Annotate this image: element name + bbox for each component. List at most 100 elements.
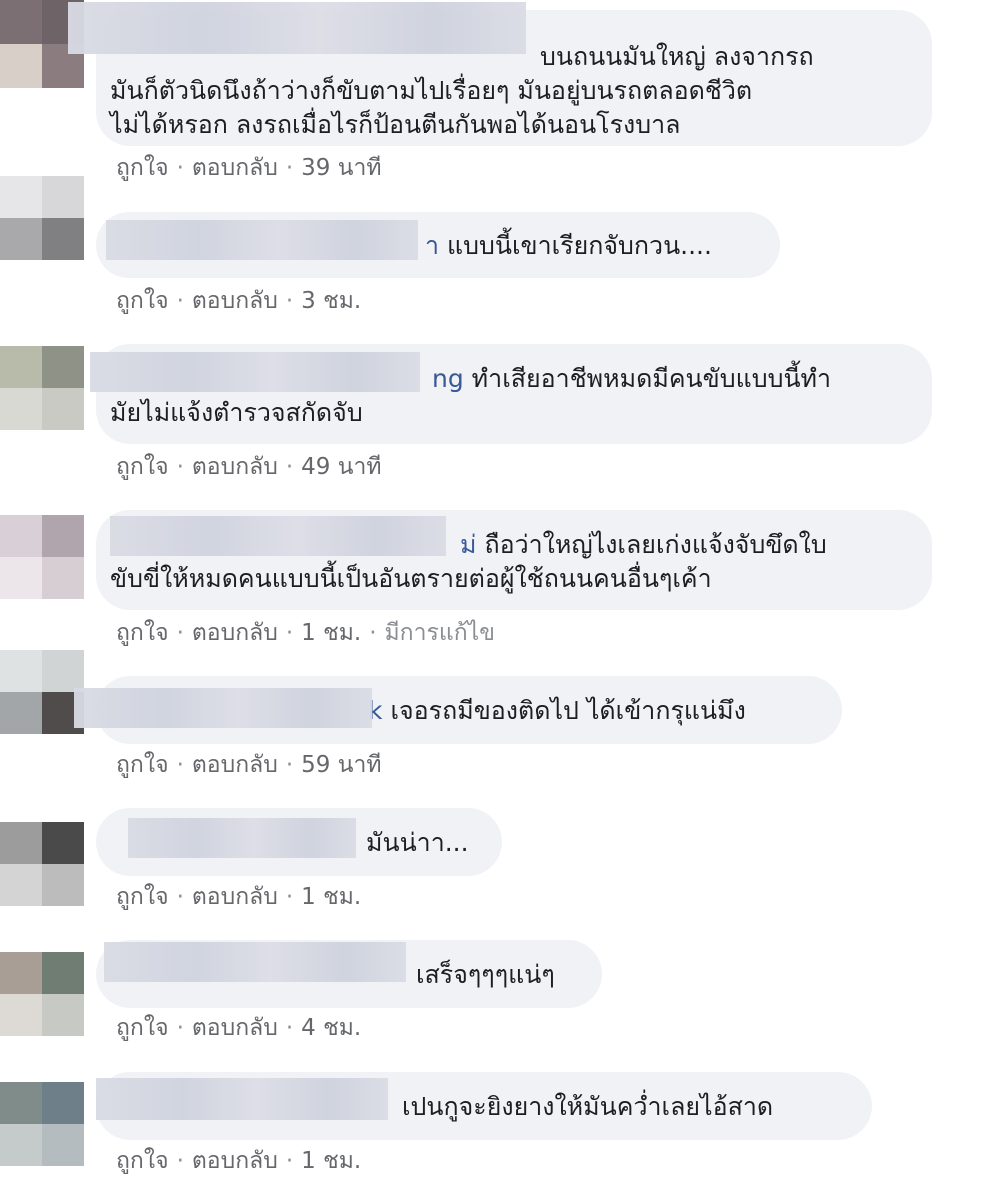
comment-text-line: เปนกูจะยิงยางให้มันคว่ำเลยไอ้สาด: [402, 1092, 774, 1121]
avatar-pixel: [0, 44, 42, 88]
author-name-redacted[interactable]: [90, 352, 420, 392]
comment-actions: ถูกใจ · ตอบกลับ · 49 นาที: [116, 452, 382, 482]
separator: ·: [285, 1148, 294, 1174]
avatar-pixel: [0, 346, 42, 388]
reply-button[interactable]: ตอบกลับ: [192, 1015, 278, 1041]
avatar-pixel: [0, 218, 42, 260]
separator: ·: [176, 454, 184, 480]
separator: ·: [285, 1015, 294, 1041]
avatar-pixel: [42, 650, 84, 692]
separator: ·: [285, 155, 294, 181]
author-name-tail[interactable]: า: [425, 231, 439, 260]
like-button[interactable]: ถูกใจ: [116, 1015, 169, 1041]
author-name-redacted[interactable]: [96, 1078, 388, 1120]
avatar-pixel: [0, 692, 42, 734]
avatar-pixel: [0, 650, 42, 692]
like-button[interactable]: ถูกใจ: [116, 620, 169, 646]
author-name-redacted[interactable]: [110, 516, 446, 556]
avatar-pixel: [0, 864, 42, 906]
comment-actions: ถูกใจ · ตอบกลับ · 59 นาที: [116, 750, 382, 780]
avatar-pixel: [0, 515, 42, 557]
like-button[interactable]: ถูกใจ: [116, 752, 169, 778]
reply-button[interactable]: ตอบกลับ: [192, 1148, 278, 1174]
avatar[interactable]: [0, 176, 84, 260]
comment-text-line: ขับขี่ให้หมดคนแบบนี้เป็นอันตรายต่อผู้ใช้…: [110, 564, 712, 593]
avatar-pixel: [42, 388, 84, 430]
avatar-pixel: [0, 822, 42, 864]
comment-actions: ถูกใจ · ตอบกลับ · 3 ชม.: [116, 286, 361, 316]
separator: ·: [285, 288, 294, 314]
author-name-redacted[interactable]: [128, 818, 356, 858]
comment-text-line: ไม่ได้หรอก ลงรถเมื่อไรก็ป้อนตีนกันพอได้น…: [110, 110, 681, 139]
author-name-tail[interactable]: ม่: [460, 530, 476, 559]
comment-actions: ถูกใจ · ตอบกลับ · 4 ชม.: [116, 1013, 361, 1043]
comment-timestamp[interactable]: 49 นาที: [301, 454, 381, 480]
avatar-pixel: [42, 994, 84, 1036]
avatar-pixel: [42, 822, 84, 864]
comment-timestamp[interactable]: 1 ชม.: [301, 1148, 361, 1174]
avatar-pixel: [42, 218, 84, 260]
separator: ·: [285, 884, 294, 910]
avatar-pixel: [0, 388, 42, 430]
like-button[interactable]: ถูกใจ: [116, 288, 169, 314]
reply-button[interactable]: ตอบกลับ: [192, 752, 278, 778]
reply-button[interactable]: ตอบกลับ: [192, 155, 278, 181]
avatar-pixel: [42, 864, 84, 906]
avatar-pixel: [42, 557, 84, 599]
comment-timestamp[interactable]: 39 นาที: [301, 155, 381, 181]
comment-text-line: เจอรถมีของติดไป ได้เข้ากรุแน่มึง: [390, 696, 746, 725]
reply-button[interactable]: ตอบกลับ: [192, 884, 278, 910]
comment-timestamp[interactable]: 1 ชม.: [301, 884, 361, 910]
avatar-pixel: [0, 1124, 42, 1166]
comment-timestamp[interactable]: 4 ชม.: [301, 1015, 361, 1041]
comment-actions: ถูกใจ · ตอบกลับ · 39 นาที: [116, 153, 382, 183]
separator: ·: [176, 1015, 184, 1041]
avatar[interactable]: [0, 1082, 84, 1166]
avatar-pixel: [42, 1124, 84, 1166]
comment-text-line: แบบนี้เขาเรียกจับกวน....: [447, 231, 712, 260]
avatar[interactable]: [0, 515, 84, 599]
avatar-pixel: [0, 952, 42, 994]
comment-actions: ถูกใจ · ตอบกลับ · 1 ชม. · มีการแก้ไข: [116, 618, 495, 648]
comment-text-line: ถือว่าใหญ่ไงเลยเก่งแจ้งจับขึดใบ: [484, 530, 827, 559]
comment-timestamp[interactable]: 1 ชม.: [301, 620, 361, 646]
reply-button[interactable]: ตอบกลับ: [192, 288, 278, 314]
edited-label[interactable]: มีการแก้ไข: [385, 620, 495, 646]
separator: ·: [176, 884, 184, 910]
avatar-pixel: [42, 515, 84, 557]
like-button[interactable]: ถูกใจ: [116, 454, 169, 480]
avatar[interactable]: [0, 822, 84, 906]
comment-text-line: มันน่าา...: [366, 828, 469, 857]
like-button[interactable]: ถูกใจ: [116, 155, 169, 181]
avatar-pixel: [0, 176, 42, 218]
separator: ·: [176, 620, 184, 646]
comment-timestamp[interactable]: 59 นาที: [301, 752, 381, 778]
avatar-pixel: [0, 0, 42, 44]
comment-actions: ถูกใจ · ตอบกลับ · 1 ชม.: [116, 1146, 361, 1176]
separator: ·: [285, 454, 294, 480]
comment-text-line: มัยไม่แจ้งตำรวจสกัดจับ: [110, 398, 363, 427]
avatar[interactable]: [0, 952, 84, 1036]
author-name-redacted[interactable]: [104, 942, 406, 982]
comment-text-line: ทำเสียอาชีพหมดมีคนขับแบบนี้ทำ: [471, 364, 832, 393]
author-name-redacted[interactable]: [68, 2, 526, 54]
reply-button[interactable]: ตอบกลับ: [192, 620, 278, 646]
avatar[interactable]: [0, 650, 84, 734]
author-name-tail[interactable]: ng: [432, 364, 464, 393]
author-name-redacted[interactable]: [74, 688, 372, 728]
comment-actions: ถูกใจ · ตอบกลับ · 1 ชม.: [116, 882, 361, 912]
separator: ·: [369, 620, 377, 646]
reply-button[interactable]: ตอบกลับ: [192, 454, 278, 480]
comment-text-line: เสร็จๆๆๆแน่ๆ: [416, 960, 555, 989]
separator: ·: [285, 620, 294, 646]
author-name-redacted[interactable]: [106, 220, 418, 260]
comment-text-line: มันก็ตัวนิดนึงถ้าว่างก็ขับตามไปเรื่อยๆ ม…: [110, 76, 753, 105]
like-button[interactable]: ถูกใจ: [116, 1148, 169, 1174]
avatar-pixel: [42, 952, 84, 994]
separator: ·: [285, 752, 294, 778]
like-button[interactable]: ถูกใจ: [116, 884, 169, 910]
avatar-pixel: [42, 176, 84, 218]
avatar[interactable]: [0, 346, 84, 430]
avatar-pixel: [42, 346, 84, 388]
comment-timestamp[interactable]: 3 ชม.: [301, 288, 361, 314]
